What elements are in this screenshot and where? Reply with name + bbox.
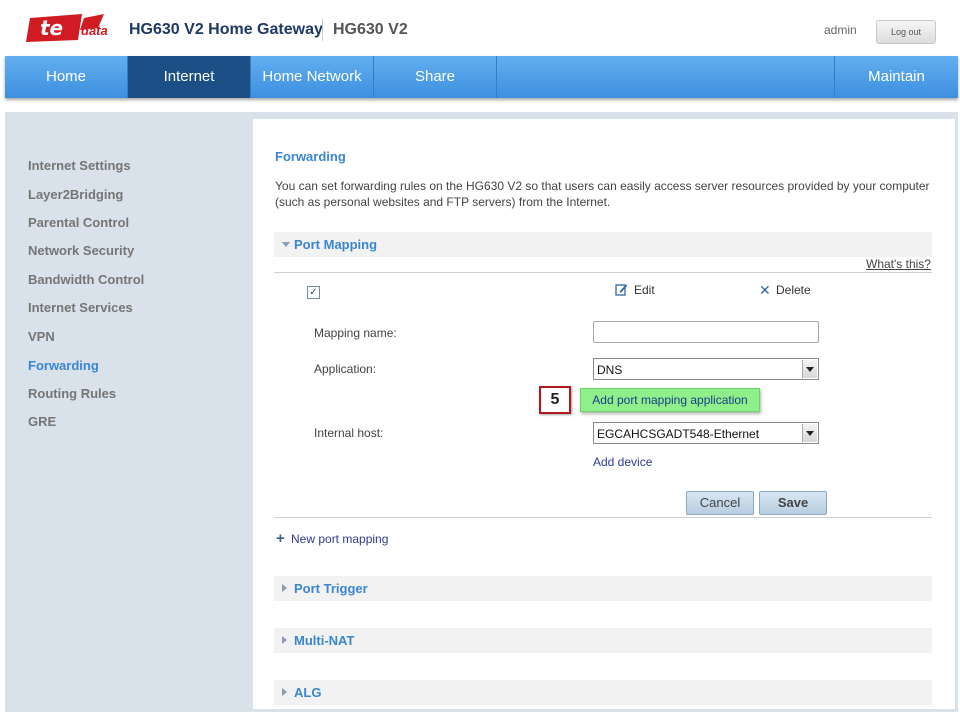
header: te data HG630 V2 Home Gateway HG630 V2 a… [0, 0, 960, 56]
application-select[interactable]: DNS [593, 358, 819, 380]
chevron-down-icon [806, 431, 814, 436]
edit-button[interactable]: Edit [634, 283, 655, 297]
chevron-right-icon [282, 584, 287, 592]
svg-text:te: te [40, 16, 63, 40]
chevron-right-icon [282, 688, 287, 696]
nav-share[interactable]: Share [374, 56, 497, 98]
chevron-down-icon [282, 242, 290, 247]
whats-this-link[interactable]: What's this? [866, 257, 931, 271]
port-mapping-header[interactable]: Port Mapping [274, 232, 932, 257]
nav-internet[interactable]: Internet [128, 56, 251, 98]
save-button[interactable]: Save [759, 491, 827, 515]
logout-button[interactable]: Log out [876, 20, 936, 44]
nav-maintain[interactable]: Maintain [834, 56, 958, 98]
sidebar-item-bandwidth-control[interactable]: Bandwidth Control [28, 272, 144, 287]
edit-icon[interactable] [615, 283, 628, 296]
product-model: HG630 V2 [333, 21, 408, 38]
sidebar-item-vpn[interactable]: VPN [28, 329, 55, 344]
chevron-right-icon [282, 636, 287, 644]
dropdown-button[interactable] [802, 360, 817, 378]
logo-subtext: data [81, 23, 108, 38]
add-device-link[interactable]: Add device [593, 455, 652, 469]
dropdown-button[interactable] [802, 424, 817, 442]
mapping-name-label: Mapping name: [314, 326, 397, 340]
divider [274, 272, 932, 273]
internal-host-label: Internal host: [314, 426, 384, 440]
internal-host-select[interactable]: EGCAHCSGADT548-Ethernet [593, 422, 819, 444]
sidebar-item-network-security[interactable]: Network Security [28, 243, 134, 258]
application-label: Application: [314, 362, 377, 376]
port-trigger-header[interactable]: Port Trigger [274, 576, 932, 601]
page-title: Forwarding [275, 149, 346, 164]
nav-home[interactable]: Home [5, 56, 128, 98]
application-select-value: DNS [597, 363, 623, 377]
alg-header[interactable]: ALG [274, 680, 932, 705]
nav-home-network[interactable]: Home Network [251, 56, 374, 98]
title-separator [322, 19, 323, 41]
close-icon[interactable]: ✕ [759, 283, 771, 297]
sidebar-item-internet-settings[interactable]: Internet Settings [28, 158, 131, 173]
delete-button[interactable]: Delete [776, 283, 811, 297]
main-nav: Home Internet Home Network Share Maintai… [5, 56, 958, 98]
new-port-mapping-link[interactable]: New port mapping [291, 532, 388, 546]
step-number-badge: 5 [539, 386, 571, 414]
sidebar-item-forwarding[interactable]: Forwarding [28, 358, 99, 373]
product-title: HG630 V2 Home Gateway [129, 21, 323, 38]
cancel-button[interactable]: Cancel [686, 491, 754, 515]
select-row-checkbox[interactable]: ✓ [307, 286, 320, 299]
add-port-mapping-application-button[interactable]: Add port mapping application [580, 388, 760, 412]
plus-icon[interactable]: + [276, 531, 285, 546]
port-trigger-title: Port Trigger [294, 581, 368, 596]
page-description: You can set forwarding rules on the HG63… [275, 179, 930, 209]
port-mapping-title: Port Mapping [294, 237, 378, 252]
chevron-down-icon [806, 367, 814, 372]
sidebar-item-gre[interactable]: GRE [28, 414, 56, 429]
internal-host-select-value: EGCAHCSGADT548-Ethernet [597, 427, 760, 441]
sidebar-item-parental-control[interactable]: Parental Control [28, 215, 129, 230]
sidebar-item-internet-services[interactable]: Internet Services [28, 300, 133, 315]
sidebar-item-layer2bridging[interactable]: Layer2Bridging [28, 187, 123, 202]
multi-nat-title: Multi-NAT [294, 633, 355, 648]
mapping-name-input[interactable] [593, 321, 819, 343]
multi-nat-header[interactable]: Multi-NAT [274, 628, 932, 653]
divider [274, 517, 932, 518]
sidebar-item-routing-rules[interactable]: Routing Rules [28, 386, 116, 401]
current-user: admin [824, 23, 857, 37]
